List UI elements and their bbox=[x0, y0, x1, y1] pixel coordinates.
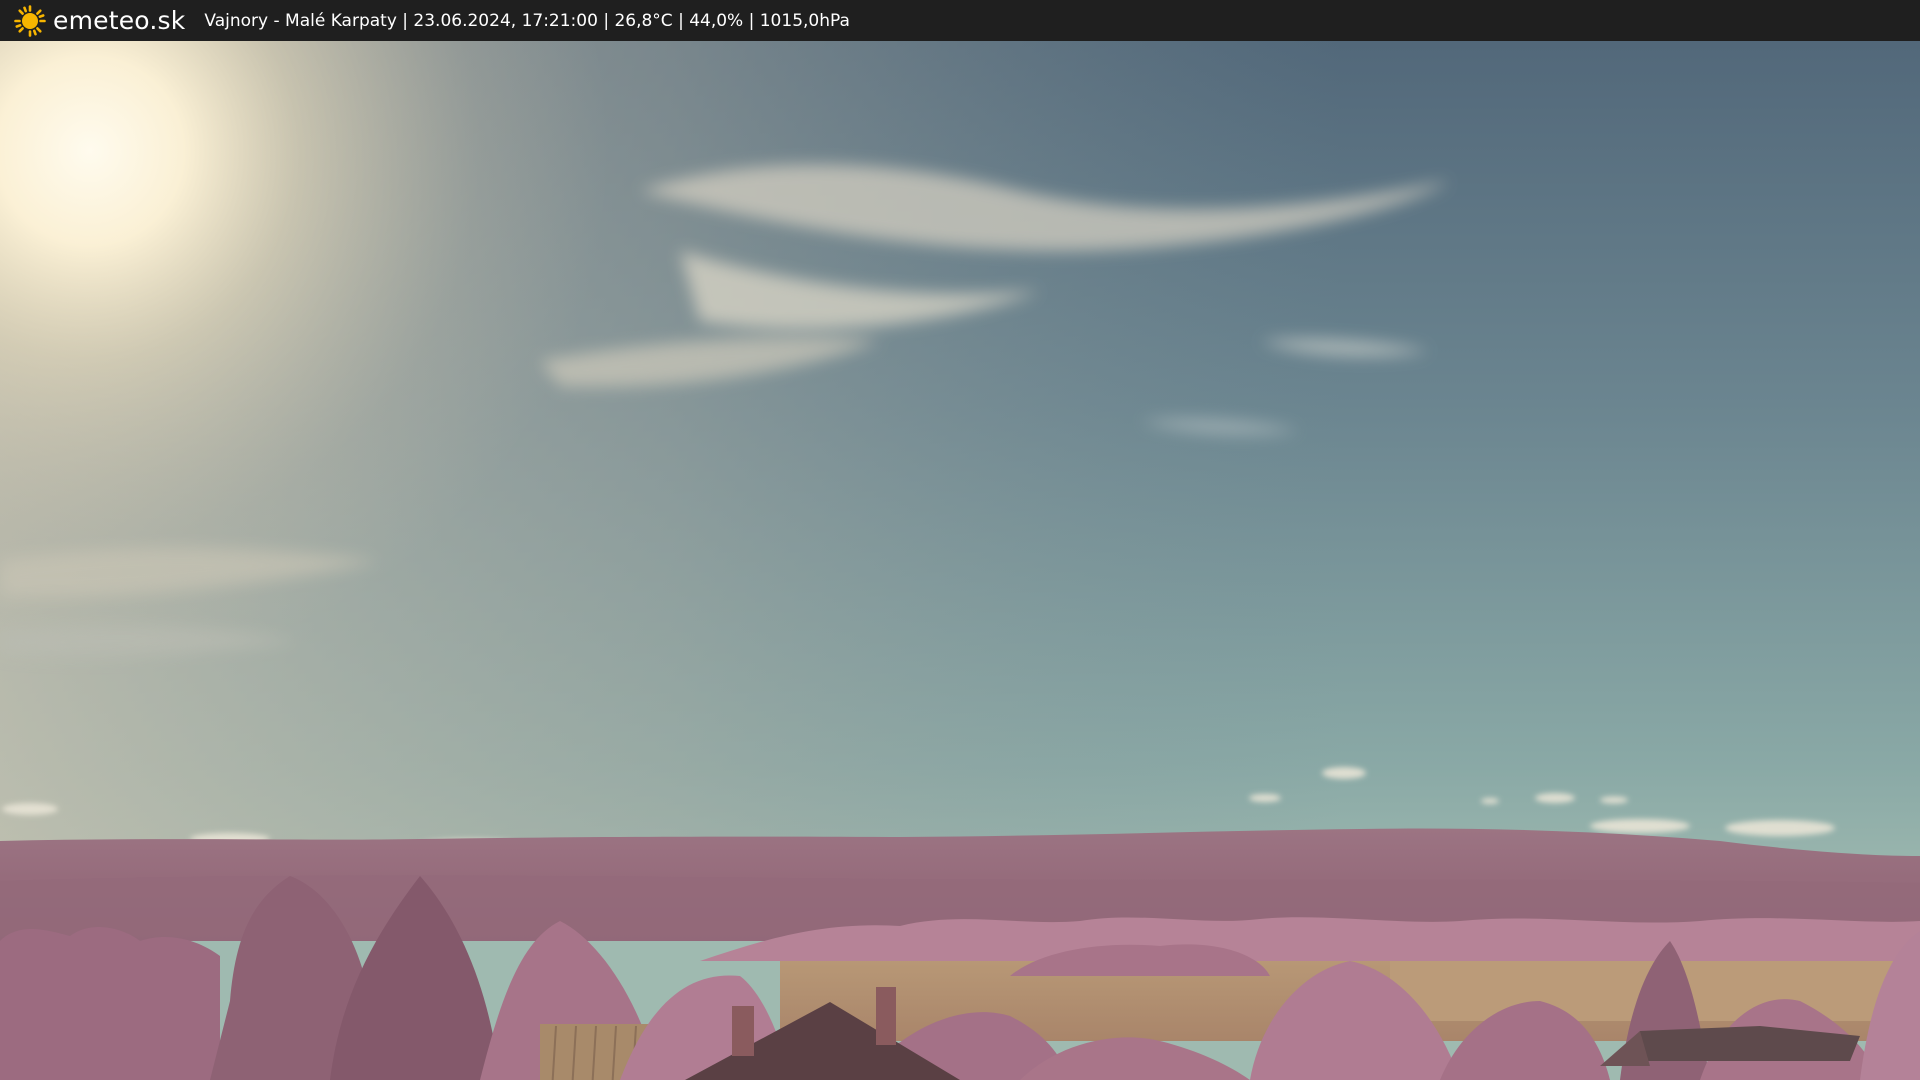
webcam-caption: Vajnory - Malé Karpaty | 23.06.2024, 17:… bbox=[204, 10, 850, 31]
webcam-image bbox=[0, 41, 1920, 1080]
sun-icon bbox=[14, 4, 46, 37]
emeteo-logo[interactable]: emeteo.sk bbox=[14, 4, 186, 37]
top-info-bar: emeteo.sk Vajnory - Malé Karpaty | 23.06… bbox=[0, 0, 1920, 41]
landscape-photo bbox=[0, 41, 1920, 1080]
brand-name: emeteo.sk bbox=[53, 6, 186, 35]
